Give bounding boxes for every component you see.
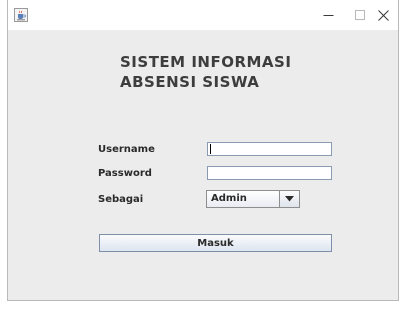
role-select[interactable]: Admin	[206, 190, 300, 208]
close-icon	[377, 9, 389, 21]
java-cup-icon	[14, 7, 28, 22]
role-label: Sebagai	[98, 194, 144, 205]
role-select-value: Admin	[211, 193, 247, 204]
dropdown-toggle[interactable]	[279, 191, 299, 207]
login-window: SISTEM INFORMASI ABSENSI SISWA Username …	[7, 0, 399, 301]
text-cursor	[210, 144, 211, 154]
app-heading: SISTEM INFORMASI ABSENSI SISWA	[120, 52, 291, 92]
heading-line-1: SISTEM INFORMASI	[120, 53, 292, 71]
password-field[interactable]	[207, 166, 332, 180]
minimize-icon	[323, 14, 333, 16]
submit-button[interactable]: Masuk	[99, 234, 332, 252]
chevron-down-icon	[285, 196, 294, 202]
minimize-button[interactable]	[311, 0, 345, 30]
heading-line-2: ABSENSI SISWA	[120, 73, 260, 91]
password-label: Password	[98, 168, 152, 179]
maximize-icon	[355, 10, 365, 20]
username-label: Username	[98, 144, 155, 155]
username-field[interactable]	[207, 142, 332, 156]
title-bar[interactable]	[8, 0, 398, 30]
close-button[interactable]	[366, 0, 400, 30]
